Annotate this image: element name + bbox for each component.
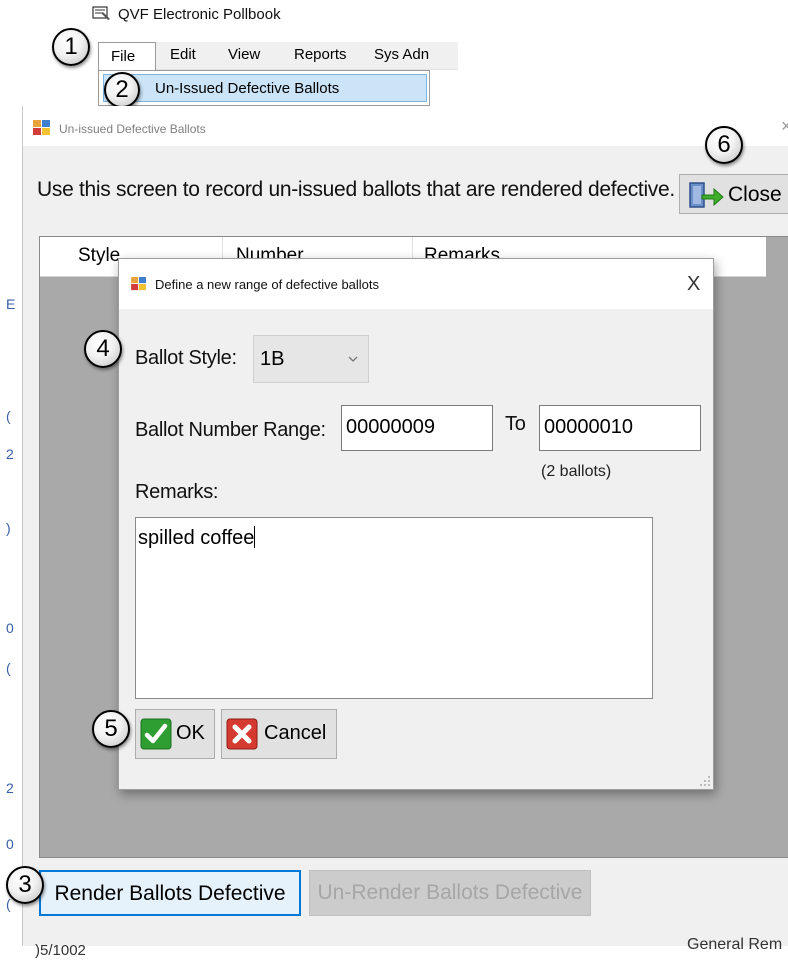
dialog-titlebar: Define a new range of defective ballots … [119, 259, 713, 309]
callout-2: 2 [104, 72, 140, 108]
menu-reports[interactable]: Reports [294, 46, 347, 63]
ok-button[interactable]: OK [135, 709, 215, 759]
range-to-input[interactable]: 00000010 [539, 405, 701, 451]
bg-fragment: ( [6, 408, 11, 424]
ballot-style-value: 1B [260, 348, 285, 370]
callout-3: 3 [6, 866, 44, 904]
window-titlebar: Un-issued Defective Ballots × [23, 106, 788, 146]
unrender-ballots-defective-button[interactable]: Un-Render Ballots Defective [309, 870, 591, 916]
red-x-icon [226, 718, 258, 750]
bg-fragment: ( [6, 660, 11, 676]
text-caret [254, 526, 256, 548]
bg-fragment: 2 [6, 780, 14, 796]
background-app-strip: E ( 2 ) 0 ( 2 0 ( E [0, 100, 22, 960]
menu-edit[interactable]: Edit [170, 46, 196, 63]
ok-button-label: OK [176, 722, 205, 744]
status-fragment-general: General Rem [687, 936, 783, 953]
chevron-down-icon [348, 356, 358, 362]
dialog-title: Define a new range of defective ballots [155, 277, 380, 292]
callout-5: 5 [92, 710, 130, 748]
close-button-label: Close [728, 183, 782, 206]
ballot-count-text: (2 ballots) [541, 463, 612, 480]
to-label: To [505, 413, 526, 435]
ballot-style-select[interactable]: 1B [253, 335, 369, 383]
menu-view[interactable]: View [228, 46, 260, 63]
callout-4: 4 [84, 330, 122, 368]
window-title: Un-issued Defective Ballots [59, 122, 206, 136]
bg-fragment: 0 [6, 620, 14, 636]
dialog-close-icon[interactable]: X [687, 273, 700, 296]
close-button[interactable]: Close [679, 174, 788, 214]
column-style[interactable]: Style [78, 245, 120, 267]
remarks-text: spilled coffee [138, 527, 255, 549]
bg-fragment: E [6, 296, 16, 312]
remarks-label: Remarks: [135, 481, 219, 503]
render-ballots-defective-button[interactable]: Render Ballots Defective [39, 870, 301, 916]
menu-file[interactable]: File [98, 42, 156, 70]
cancel-button[interactable]: Cancel [221, 709, 337, 759]
menu-sys-admin[interactable]: Sys Adn [374, 46, 429, 63]
callout-6: 6 [705, 126, 743, 164]
instructions-text: Use this screen to record un-issued ball… [37, 178, 675, 201]
app-icon [131, 277, 146, 291]
ballot-number-range-label: Ballot Number Range: [135, 419, 326, 441]
resize-grip-icon[interactable] [697, 773, 711, 787]
bg-fragment: 0 [6, 836, 14, 852]
ballot-style-label: Ballot Style: [135, 347, 237, 369]
define-range-dialog: Define a new range of defective ballots … [118, 258, 714, 790]
bg-fragment: ( [6, 896, 11, 912]
bg-fragment: 2 [6, 446, 14, 462]
cancel-button-label: Cancel [264, 722, 327, 744]
menu-bar: File Edit View Reports Sys Adn [98, 42, 458, 70]
range-from-input[interactable]: 00000009 [341, 405, 493, 451]
menu-item-label: Un-Issued Defective Ballots [155, 80, 340, 97]
remarks-textarea[interactable]: spilled coffee [135, 517, 653, 699]
callout-1: 1 [52, 28, 90, 66]
app-icon [33, 120, 50, 135]
green-check-icon [140, 718, 172, 750]
app-title: QVF Electronic Pollbook [118, 6, 281, 23]
window-close-icon[interactable]: × [781, 116, 788, 137]
status-fragment: )5/1002 [35, 942, 86, 959]
app-window-icon [92, 6, 110, 20]
exit-door-icon [689, 182, 724, 208]
bg-fragment: ) [6, 520, 11, 536]
